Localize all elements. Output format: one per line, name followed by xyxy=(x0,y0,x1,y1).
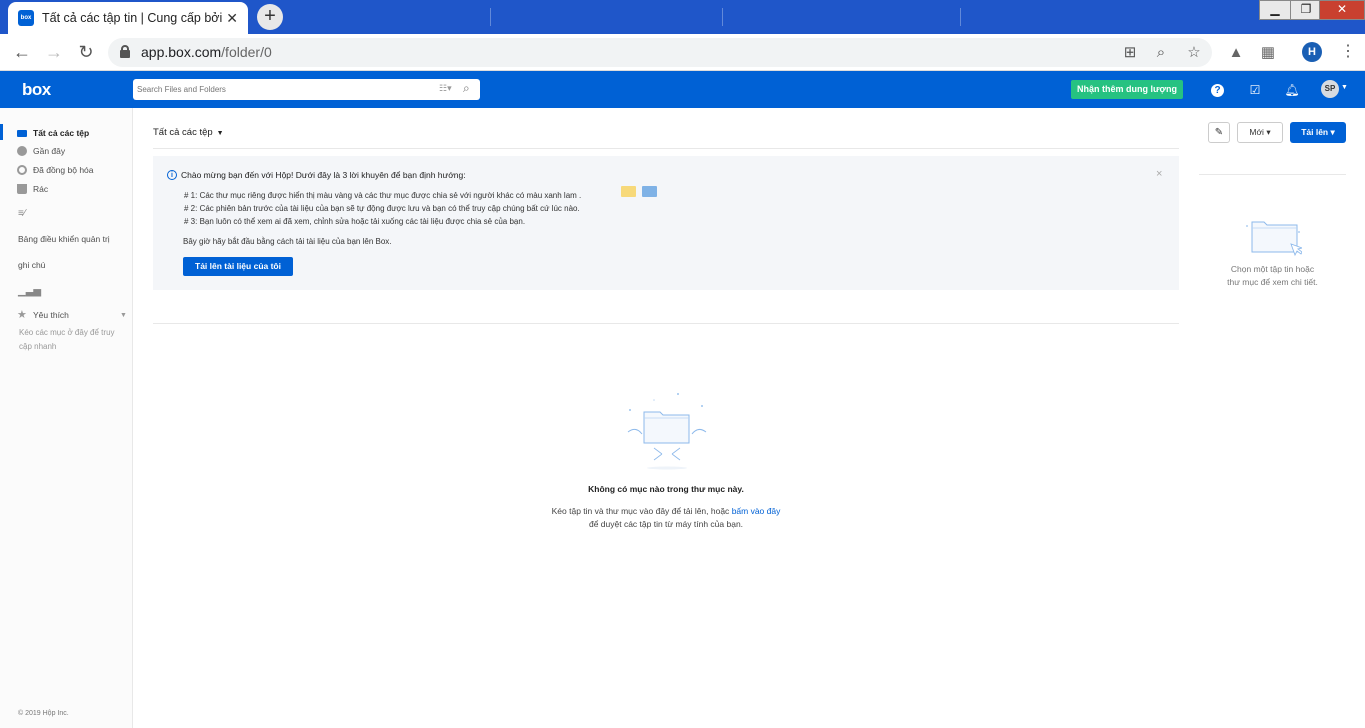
new-note-button[interactable]: ✎ xyxy=(1208,122,1230,143)
sync-icon xyxy=(17,165,27,175)
notifications-bell-icon[interactable]: 🔔︎ xyxy=(1284,82,1300,98)
minimize-button[interactable]: ▁ xyxy=(1259,0,1291,20)
active-indicator xyxy=(0,124,3,140)
copyright-text: © 2019 Hộp Inc. xyxy=(18,710,69,717)
upgrade-storage-button[interactable]: Nhận thêm dung lượng xyxy=(1071,80,1183,99)
sidebar-item-label: Rác xyxy=(33,184,49,194)
notes-icon[interactable]: ≡∕ xyxy=(18,208,26,219)
info-icon: i xyxy=(167,170,177,180)
reload-icon[interactable]: ↻ xyxy=(74,41,98,63)
details-folder-illustration xyxy=(1246,221,1302,257)
bookmark-star-icon[interactable]: ☆ xyxy=(1184,43,1204,63)
tab-separator xyxy=(960,8,961,26)
zoom-icon[interactable]: ⌕ xyxy=(1151,43,1171,63)
tab-separator xyxy=(722,8,723,26)
tab-close-icon[interactable]: ✕ xyxy=(226,10,238,27)
empty-state-description: Kéo tập tin và thư mục vào đây để tải lê… xyxy=(551,506,781,516)
private-folder-icon xyxy=(621,186,636,197)
divider xyxy=(153,148,1179,149)
lock-icon xyxy=(120,45,130,58)
browser-tab-strip: box Tất cả các tập tin | Cung cấp bởi Bo… xyxy=(0,0,1365,34)
url-text[interactable]: app.box.com/folder/0 xyxy=(141,44,272,60)
help-icon[interactable]: ? xyxy=(1211,84,1224,97)
tip-text: # 2: Các phiên bản trước của tài liệu củ… xyxy=(184,204,580,213)
banner-prompt: Bây giờ hãy bắt đầu bằng cách tải tài li… xyxy=(183,237,392,246)
sidebar-item-label: Đã đồng bộ hóa xyxy=(33,165,94,175)
new-tab-button[interactable]: + xyxy=(257,4,283,30)
browser-menu-icon[interactable]: ⋮ xyxy=(1340,42,1356,62)
search-filter-icon[interactable]: ☷▾ xyxy=(439,83,452,94)
browser-tab-active[interactable]: box Tất cả các tập tin | Cung cấp bởi Bo… xyxy=(8,2,248,34)
star-icon: ★ xyxy=(17,309,27,321)
sidebar-item-label: Yêu thích xyxy=(33,310,69,320)
divider xyxy=(153,323,1179,324)
box-logo[interactable]: box xyxy=(22,80,51,100)
sidebar-item-label: Tất cả các tệp xyxy=(33,128,90,138)
sidebar-item-synced[interactable]: Đã đồng bộ hóa xyxy=(17,163,94,177)
shared-folder-icon xyxy=(642,186,657,197)
sidebar-item-admin-console[interactable]: Bảng điều khiển quản trị xyxy=(18,234,110,244)
trash-icon xyxy=(17,184,27,194)
drive-extension-icon[interactable]: ▲ xyxy=(1226,43,1246,63)
empty-state-description-line2: để duyệt các tập tin từ máy tính của bạn… xyxy=(588,519,744,529)
breadcrumb[interactable]: Tất cả các tệp ▼ xyxy=(153,127,224,138)
clock-icon xyxy=(17,146,27,156)
sidebar-item-label: Gần đây xyxy=(33,146,66,156)
chevron-down-icon: ▼ xyxy=(214,130,224,137)
translate-icon[interactable]: ⊞ xyxy=(1120,43,1140,63)
box-header: box ☷▾ ⌕ Nhận thêm dung lượng ? ☑ 🔔︎ SP … xyxy=(0,71,1365,108)
tab-separator xyxy=(490,8,491,26)
search-input[interactable] xyxy=(137,81,427,98)
tasks-icon[interactable]: ☑ xyxy=(1247,82,1263,98)
back-arrow-icon[interactable]: ← xyxy=(10,41,34,63)
new-button[interactable]: Mới ▾ xyxy=(1237,122,1283,143)
upload-my-docs-button[interactable]: Tải lên tài liệu của tôi xyxy=(183,257,293,276)
analytics-icon[interactable]: ▁▃▅ xyxy=(18,286,41,297)
search-icon[interactable]: ⌕ xyxy=(463,81,470,96)
page-title: Tất cả các tệp xyxy=(153,127,213,138)
tip-text: # 1: Các thư mục riêng được hiển thị màu… xyxy=(184,191,582,200)
browse-files-link[interactable]: bấm vào đây xyxy=(732,506,781,516)
banner-title: Chào mừng bạn đến với Hộp! Dưới đây là 3… xyxy=(181,170,466,180)
sidebar-item-favorites[interactable]: ★ Yêu thích xyxy=(17,308,69,322)
sidebar-item-all-files[interactable]: Tất cả các tệp xyxy=(17,126,89,140)
welcome-banner: i Chào mừng bạn đến với Hộp! Dưới đây là… xyxy=(153,156,1179,290)
details-hint: Chọn một tập tin hoặc thư mục để xem chi… xyxy=(1227,264,1318,287)
sidebar-item-trash[interactable]: Rác xyxy=(17,182,48,196)
maximize-button[interactable]: ❐ xyxy=(1290,0,1322,20)
forward-arrow-icon[interactable]: → xyxy=(42,41,66,63)
calendar-extension-icon[interactable]: ▦ xyxy=(1258,43,1278,63)
left-sidebar: Tất cả các tệp Gần đây Đã đồng bộ hóa Rá… xyxy=(0,108,133,728)
chevron-down-icon[interactable]: ▼ xyxy=(1341,84,1348,91)
sidebar-item-recents[interactable]: Gần đây xyxy=(17,144,65,158)
sidebar-item-notes[interactable]: ghi chú xyxy=(18,260,45,270)
browser-toolbar: ← → ↻ app.box.com/folder/0 ⊞ ⌕ ☆ ▲ ▦ H ⋮ xyxy=(0,34,1365,71)
address-bar[interactable]: app.box.com/folder/0 ⊞ ⌕ ☆ xyxy=(108,38,1212,67)
user-avatar[interactable]: SP xyxy=(1321,80,1339,98)
empty-state-title: Không có mục nào trong thư mục này. xyxy=(588,484,744,494)
tab-title: Tất cả các tập tin | Cung cấp bởi Box xyxy=(42,11,222,25)
window-close-button[interactable]: ✕ xyxy=(1319,0,1365,20)
folder-icon xyxy=(17,130,27,137)
divider xyxy=(1199,174,1346,175)
empty-folder-illustration xyxy=(627,393,707,470)
search-box[interactable]: ☷▾ ⌕ xyxy=(133,79,480,100)
favorites-hint: Kéo các mục ở đây để truy cập nhanh xyxy=(19,328,115,351)
close-icon[interactable]: × xyxy=(1156,168,1162,180)
profile-avatar[interactable]: H xyxy=(1302,42,1322,62)
chevron-down-icon[interactable]: ▼ xyxy=(120,312,127,319)
tip-text: # 3: Bạn luôn có thể xem ai đã xem, chỉn… xyxy=(184,217,526,226)
upload-button[interactable]: Tải lên ▾ xyxy=(1290,122,1346,143)
box-favicon-icon: box xyxy=(18,10,34,26)
